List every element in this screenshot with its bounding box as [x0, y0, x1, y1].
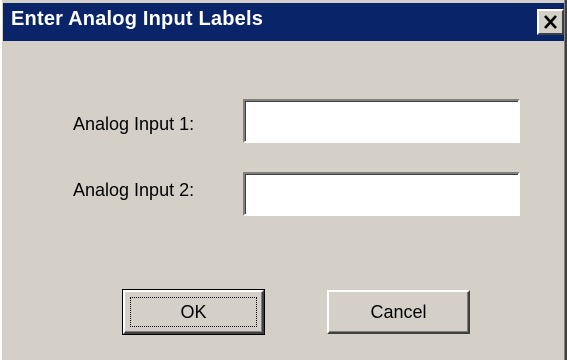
analog-input-labels-dialog: Enter Analog Input Labels Analog Input 1…	[0, 0, 567, 360]
title-bar[interactable]: Enter Analog Input Labels	[3, 3, 564, 41]
close-button[interactable]	[537, 9, 564, 35]
dialog-frame-left	[0, 0, 3, 360]
window-title: Enter Analog Input Labels	[11, 8, 264, 30]
cancel-button-label: Cancel	[370, 302, 427, 322]
ok-button[interactable]: OK	[122, 289, 265, 335]
cancel-button[interactable]: Cancel	[327, 290, 470, 334]
ok-button-label: OK	[180, 302, 207, 322]
close-icon	[544, 15, 557, 29]
analog-input-1-field[interactable]	[243, 99, 520, 143]
analog-input-2-label: Analog Input 2:	[73, 180, 195, 200]
analog-input-2-field[interactable]	[243, 172, 520, 216]
analog-input-1-label: Analog Input 1:	[73, 114, 195, 134]
